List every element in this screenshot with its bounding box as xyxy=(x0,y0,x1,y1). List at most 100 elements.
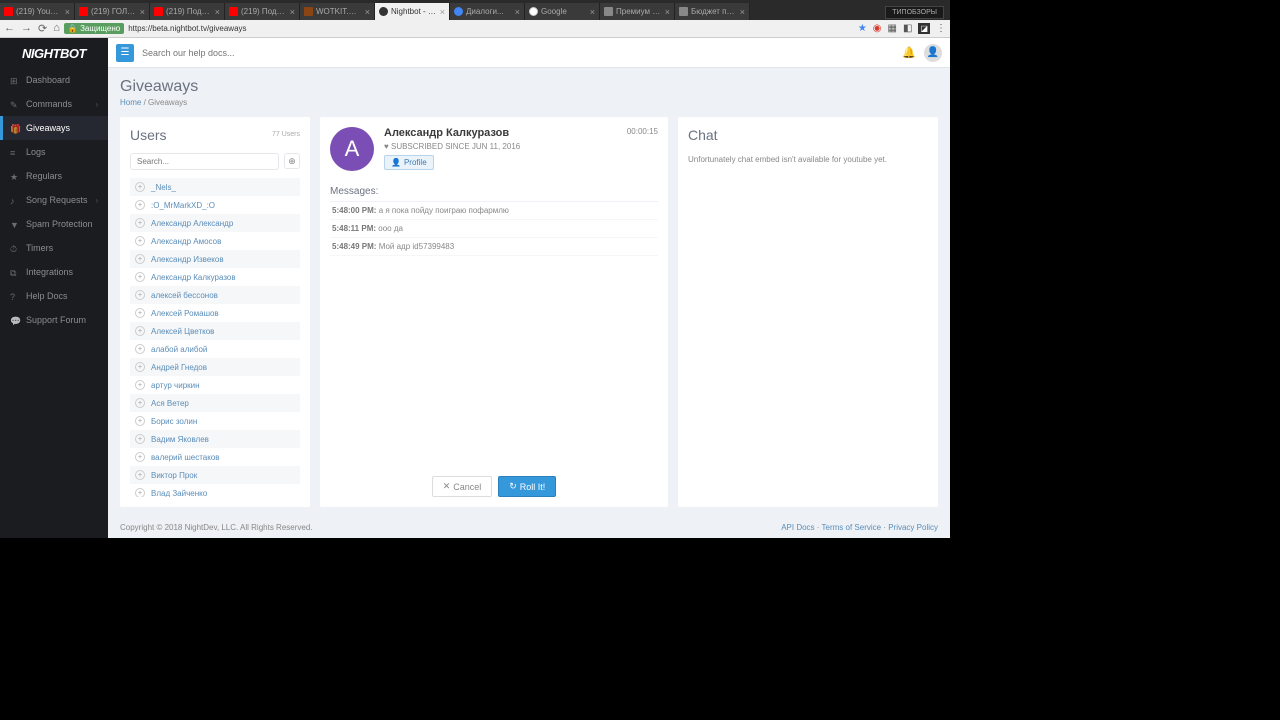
user-name: артур чиркин xyxy=(151,381,200,390)
add-icon[interactable]: + xyxy=(135,344,145,354)
sidebar-item-commands[interactable]: ✎Commands› xyxy=(0,92,108,116)
menu-icon[interactable]: ⋮ xyxy=(936,23,946,34)
close-icon[interactable]: × xyxy=(65,7,70,17)
reload-icon[interactable]: ⟳ xyxy=(38,22,47,35)
user-row[interactable]: +Александр Александр xyxy=(130,214,300,232)
add-icon[interactable]: + xyxy=(135,290,145,300)
ext-icon-3[interactable]: ◧ xyxy=(903,23,912,34)
cancel-button[interactable]: ✕Cancel xyxy=(432,476,493,497)
browser-tab[interactable]: Бюджет последн...× xyxy=(675,3,750,20)
user-row[interactable]: +Александр Калкуразов xyxy=(130,268,300,286)
sidebar-item-help-docs[interactable]: ?Help Docs xyxy=(0,284,108,308)
user-name: _Nels_ xyxy=(151,183,176,192)
user-row[interactable]: +Вадим Яковлев xyxy=(130,430,300,448)
sidebar-item-support-forum[interactable]: 💬Support Forum xyxy=(0,308,108,332)
bell-icon[interactable]: 🔔 xyxy=(902,46,916,59)
user-row[interactable]: +алексей бессонов xyxy=(130,286,300,304)
close-icon[interactable]: × xyxy=(290,7,295,17)
user-name: Ася Ветер xyxy=(151,399,189,408)
add-icon[interactable]: + xyxy=(135,182,145,192)
home-icon[interactable]: ⌂ xyxy=(53,22,60,35)
user-list[interactable]: + _Nels_ +:O_MrMarkXD_:O+Александр Алексан… xyxy=(130,178,300,497)
refresh-icon[interactable]: ⊕ xyxy=(284,153,300,169)
user-row[interactable]: +Алексей Цветков xyxy=(130,322,300,340)
search-input[interactable] xyxy=(142,48,894,58)
footer-link[interactable]: Terms of Service xyxy=(822,523,882,532)
close-icon[interactable]: × xyxy=(140,7,145,17)
forward-icon[interactable]: → xyxy=(21,22,32,35)
footer-link[interactable]: API Docs xyxy=(781,523,814,532)
browser-tab[interactable]: (219) Подпис...× xyxy=(150,3,225,20)
browser-tab[interactable]: (219) ГОЛДА ДЛЯ...× xyxy=(75,3,150,20)
sidebar-item-spam-protection[interactable]: ▼Spam Protection xyxy=(0,212,108,236)
user-row[interactable]: +Влад Зайченко xyxy=(130,484,300,497)
close-icon[interactable]: × xyxy=(440,7,445,17)
browser-tab[interactable]: (219) YouTube× xyxy=(0,3,75,20)
sidebar-item-timers[interactable]: ⏱Timers xyxy=(0,236,108,260)
user-row[interactable]: +Андрей Гнедов xyxy=(130,358,300,376)
add-icon[interactable]: + xyxy=(135,470,145,480)
add-icon[interactable]: + xyxy=(135,272,145,282)
sidebar-item-dashboard[interactable]: ⊞Dashboard xyxy=(0,68,108,92)
nav-icon: ⊞ xyxy=(10,76,19,85)
add-icon[interactable]: + xyxy=(135,434,145,444)
winner-name: Александр Калкуразов xyxy=(384,127,658,139)
roll-button[interactable]: ↻Roll It! xyxy=(498,476,556,497)
avatar[interactable]: 👤 xyxy=(924,44,942,62)
ext-icon-1[interactable]: ◉ xyxy=(873,23,882,34)
add-icon[interactable]: + xyxy=(135,488,145,497)
sidebar-item-song-requests[interactable]: ♪Song Requests› xyxy=(0,188,108,212)
user-row[interactable]: + Ася Ветер xyxy=(130,394,300,412)
footer-link[interactable]: Privacy Policy xyxy=(888,523,938,532)
ext-icon-2[interactable]: ▦ xyxy=(888,23,897,34)
close-icon[interactable]: × xyxy=(365,7,370,17)
add-icon[interactable]: + xyxy=(135,452,145,462)
add-icon[interactable]: + xyxy=(135,362,145,372)
topbar: ☰ 🔔 👤 xyxy=(108,38,950,68)
close-icon[interactable]: × xyxy=(590,7,595,17)
sidebar-item-regulars[interactable]: ★Regulars xyxy=(0,164,108,188)
add-icon[interactable]: + xyxy=(135,200,145,210)
add-icon[interactable]: + xyxy=(135,218,145,228)
browser-tab[interactable]: (219) Подпис...× xyxy=(225,3,300,20)
user-row[interactable]: +Виктор Прок xyxy=(130,466,300,484)
add-icon[interactable]: + xyxy=(135,398,145,408)
browser-tab[interactable]: Диалоги...× xyxy=(450,3,525,20)
user-row[interactable]: +:O_MrMarkXD_:O xyxy=(130,196,300,214)
browser-tab[interactable]: Google× xyxy=(525,3,600,20)
add-icon[interactable]: + xyxy=(135,236,145,246)
sidebar-item-giveaways[interactable]: 🎁Giveaways xyxy=(0,116,108,140)
user-row[interactable]: +валерий шестаков xyxy=(130,448,300,466)
browser-tab[interactable]: Премиум магази...× xyxy=(600,3,675,20)
sidebar-item-logs[interactable]: ≡Logs xyxy=(0,140,108,164)
star-icon[interactable]: ★ xyxy=(858,23,867,34)
menu-toggle-icon[interactable]: ☰ xyxy=(116,44,134,62)
add-icon[interactable]: + xyxy=(135,416,145,426)
url-text[interactable]: https://beta.nightbot.tv/giveaways xyxy=(128,24,854,33)
user-search-input[interactable] xyxy=(130,153,279,170)
close-icon[interactable]: × xyxy=(215,7,220,17)
add-icon[interactable]: + xyxy=(135,254,145,264)
user-row[interactable]: +Александр Амосов xyxy=(130,232,300,250)
user-row[interactable]: +алабой алибой xyxy=(130,340,300,358)
user-row[interactable]: + артур чиркин xyxy=(130,376,300,394)
favicon-icon xyxy=(529,7,538,16)
user-row[interactable]: + _Nels_ xyxy=(130,178,300,196)
ext-icon-4[interactable]: ◪ xyxy=(918,23,930,34)
close-icon[interactable]: × xyxy=(665,7,670,17)
back-icon[interactable]: ← xyxy=(4,22,15,35)
user-row[interactable]: +Алексей Ромашов xyxy=(130,304,300,322)
add-icon[interactable]: + xyxy=(135,326,145,336)
browser-tab[interactable]: Nightbot - Givea...× xyxy=(375,3,450,20)
user-row[interactable]: +Борис золин xyxy=(130,412,300,430)
user-row[interactable]: +Александр Извеков xyxy=(130,250,300,268)
close-icon[interactable]: × xyxy=(740,7,745,17)
browser-tab[interactable]: WOTKIT.RU — но...× xyxy=(300,3,375,20)
add-icon[interactable]: + xyxy=(135,308,145,318)
breadcrumb-home[interactable]: Home xyxy=(120,98,141,107)
profile-button[interactable]: 👤Profile xyxy=(384,155,434,170)
sidebar-item-integrations[interactable]: ⧉Integrations xyxy=(0,260,108,284)
close-icon[interactable]: × xyxy=(515,7,520,17)
add-icon[interactable]: + xyxy=(135,380,145,390)
tab-label: WOTKIT.RU — но... xyxy=(316,7,362,16)
